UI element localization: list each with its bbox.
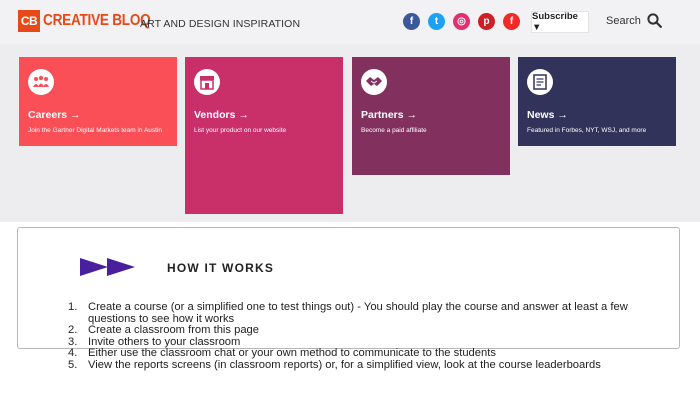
- fast-forward-icon: [80, 258, 135, 276]
- partners-card[interactable]: Partners → Become a paid affiliate: [352, 57, 510, 175]
- flipboard-icon[interactable]: f: [503, 13, 520, 30]
- search-label: Search: [606, 14, 641, 27]
- site-header: CB CREATIVE BLOQ ART AND DESIGN INSPIRAT…: [0, 0, 700, 44]
- search-icon: [647, 13, 662, 28]
- how-it-works-steps: 1. Create a course (or a simplified one t…: [68, 301, 668, 372]
- newspaper-icon: [527, 69, 553, 95]
- card-title: Vendors →: [194, 109, 249, 121]
- list-item: 5. View the reports screens (in classroom…: [68, 358, 668, 372]
- card-title: Careers →: [28, 109, 81, 121]
- vendors-card[interactable]: Vendors → List your product on our websi…: [185, 57, 343, 214]
- step-text: Create a course (or a simplified one to …: [88, 301, 628, 325]
- search-button[interactable]: Search: [606, 13, 662, 28]
- card-description: Join the Gartner Digital Markets team in…: [28, 127, 163, 134]
- card-description: Become a paid affiliate: [361, 127, 427, 134]
- card-title: News →: [527, 109, 568, 121]
- news-card[interactable]: News → Featured in Forbes, NYT, WSJ, and…: [518, 57, 676, 146]
- social-links: f t ◎ p f: [403, 13, 520, 30]
- step-text: View the reports screens (in classroom r…: [88, 358, 601, 371]
- list-item: 1. Create a course (or a simplified one t…: [68, 301, 668, 325]
- card-description: Featured in Forbes, NYT, WSJ, and more: [527, 127, 647, 134]
- list-item: 4. Either use the classroom chat or your …: [68, 347, 668, 360]
- pinterest-icon[interactable]: p: [478, 13, 495, 30]
- card-description: List your product on our website: [194, 127, 287, 134]
- storefront-icon: [194, 69, 220, 95]
- step-text: Create a classroom from this page: [88, 324, 259, 336]
- twitter-icon[interactable]: t: [428, 13, 445, 30]
- subscribe-button[interactable]: Subscribe ▼: [531, 11, 589, 33]
- card-title: Partners →: [361, 109, 418, 121]
- step-text: Either use the classroom chat or your ow…: [88, 347, 496, 359]
- list-item: 2. Create a classroom from this page: [68, 324, 668, 337]
- facebook-icon[interactable]: f: [403, 13, 420, 30]
- logo-badge: CB: [18, 10, 40, 32]
- logo-text: CREATIVE BLOQ: [43, 12, 151, 29]
- how-it-works-title: HOW IT WORKS: [167, 261, 275, 275]
- people-icon: [28, 69, 54, 95]
- site-tagline: ART AND DESIGN INSPIRATION: [140, 18, 301, 30]
- careers-card[interactable]: Careers → Join the Gartner Digital Marke…: [19, 57, 177, 146]
- instagram-icon[interactable]: ◎: [453, 13, 470, 30]
- handshake-icon: [361, 69, 387, 95]
